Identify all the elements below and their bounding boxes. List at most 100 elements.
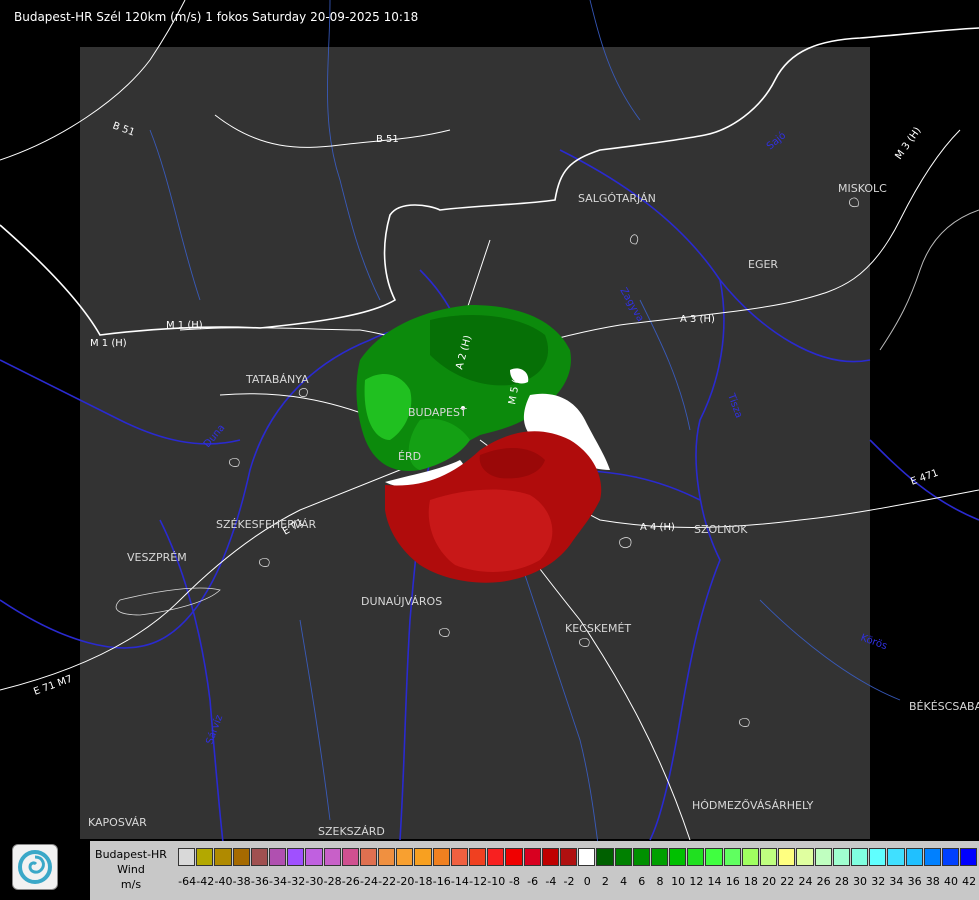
- radar-map[interactable]: SALGÓTARJÁN MISKOLC EGER TATABÁNYA BUDAP…: [0, 0, 979, 900]
- legend-swatch: [232, 848, 250, 866]
- product-title: Budapest-HR Szél 120km (m/s) 1 fokos Sat…: [14, 10, 419, 24]
- legend-swatch: [341, 848, 359, 866]
- legend-swatch: [960, 848, 978, 866]
- legend-swatch: [796, 848, 814, 866]
- legend-tick-label: 36: [907, 875, 922, 888]
- legend-swatch: [432, 848, 450, 866]
- legend-tick-label: -32: [287, 875, 306, 888]
- legend-swatch: [705, 848, 723, 866]
- city-label: SZOLNOK: [694, 523, 748, 536]
- legend-swatch: [596, 848, 614, 866]
- city-label: SALGÓTARJÁN: [578, 192, 656, 205]
- legend-tick-label: -8: [508, 875, 520, 888]
- legend-swatch: [250, 848, 268, 866]
- legend-swatch: [196, 848, 214, 866]
- legend-swatch: [905, 848, 923, 866]
- legend-tick-label: 12: [689, 875, 704, 888]
- legend-swatch: [760, 848, 778, 866]
- city-label: SZEKSZÁRD: [318, 825, 385, 838]
- legend-tick-label: 30: [853, 875, 868, 888]
- legend-tick-label: -24: [359, 875, 378, 888]
- legend-tick-label: 20: [762, 875, 777, 888]
- legend-swatch: [614, 848, 632, 866]
- legend-tick-label: -12: [469, 875, 488, 888]
- city-label: BUDAPEST: [408, 406, 467, 419]
- city-label: MISKOLC: [838, 182, 887, 195]
- legend-swatch: [523, 848, 541, 866]
- city-label: HÓDMEZŐVÁSÁRHELY: [692, 798, 814, 812]
- city-label: EGER: [748, 258, 778, 271]
- road-label: A 4 (H): [640, 522, 675, 533]
- legend-tick-label: 40: [943, 875, 958, 888]
- legend-tick-label: -34: [269, 875, 288, 888]
- legend-tick-label: -4: [545, 875, 557, 888]
- legend-tick-label: 8: [656, 875, 664, 888]
- legend-tick-label: -14: [450, 875, 469, 888]
- legend-tick-label: -18: [414, 875, 433, 888]
- legend-tick-label: -28: [323, 875, 342, 888]
- legend-swatch: [887, 848, 905, 866]
- legend-tick-label: -2: [563, 875, 575, 888]
- legend-tick-label: -64: [178, 875, 197, 888]
- legend-tick-label: 24: [798, 875, 813, 888]
- radar-viewer: SALGÓTARJÁN MISKOLC EGER TATABÁNYA BUDAP…: [0, 0, 979, 900]
- legend-unit: m/s: [120, 878, 142, 891]
- legend-tick-label: -22: [378, 875, 397, 888]
- legend-tick-label: -42: [196, 875, 215, 888]
- legend-swatch: [178, 848, 196, 866]
- legend-swatch: [214, 848, 232, 866]
- legend-tick-label: -26: [341, 875, 360, 888]
- legend-swatch: [578, 848, 596, 866]
- legend-tick-label: 42: [962, 875, 977, 888]
- legend-swatch: [378, 848, 396, 866]
- color-legend: Budapest-HR Wind m/s -64 -42 -40 -38 -36 -34-…: [90, 841, 979, 900]
- legend-swatch: [669, 848, 687, 866]
- service-logo: [12, 844, 58, 890]
- legend-swatch: [832, 848, 850, 866]
- legend-swatch: [869, 848, 887, 866]
- legend-swatch: [632, 848, 650, 866]
- legend-swatch: [559, 848, 578, 866]
- legend-tick-label: 22: [780, 875, 795, 888]
- legend-swatch: [505, 848, 523, 866]
- road-label: A 3 (H): [680, 314, 715, 325]
- legend-swatch: [287, 848, 305, 866]
- legend-swatch: [305, 848, 323, 866]
- legend-swatch: [941, 848, 960, 866]
- legend-tick-label: -36: [250, 875, 269, 888]
- legend-station: Budapest-HR: [95, 848, 167, 861]
- legend-swatch: [778, 848, 796, 866]
- city-label: VESZPRÉM: [127, 551, 187, 564]
- legend-tick-label: 10: [671, 875, 686, 888]
- legend-tick-label: -30: [305, 875, 324, 888]
- legend-swatch: [741, 848, 759, 866]
- city-label: KECSKEMÉT: [565, 622, 631, 635]
- legend-tick-label: -38: [232, 875, 251, 888]
- legend-swatch: [469, 848, 487, 866]
- legend-tick-label: -10: [487, 875, 506, 888]
- legend-tick-label: 32: [871, 875, 886, 888]
- legend-tick-label: 38: [925, 875, 940, 888]
- legend-swatch: [541, 848, 559, 866]
- legend-tick-label: 4: [620, 875, 628, 888]
- legend-swatch: [923, 848, 941, 866]
- legend-swatch: [687, 848, 705, 866]
- legend-product: Wind: [117, 863, 145, 876]
- city-label: TATABÁNYA: [245, 373, 309, 386]
- legend-tick-label: -40: [214, 875, 233, 888]
- legend-tick-label: -6: [527, 875, 539, 888]
- legend-swatch: [359, 848, 378, 866]
- legend-swatch: [814, 848, 832, 866]
- city-label: ÉRD: [398, 450, 421, 463]
- legend-swatch: [323, 848, 341, 866]
- city-label: DUNAÚJVÁROS: [361, 595, 442, 608]
- road-label: B 51: [376, 134, 399, 145]
- legend-swatch: [414, 848, 432, 866]
- legend-swatch: [850, 848, 869, 866]
- legend-tick-label: -20: [396, 875, 415, 888]
- legend-swatch: [650, 848, 669, 866]
- road-label: M 1 (H): [90, 338, 127, 349]
- legend-tick-label: 2: [601, 875, 609, 888]
- legend-tick-label: 26: [816, 875, 831, 888]
- legend-tick-label: 16: [725, 875, 740, 888]
